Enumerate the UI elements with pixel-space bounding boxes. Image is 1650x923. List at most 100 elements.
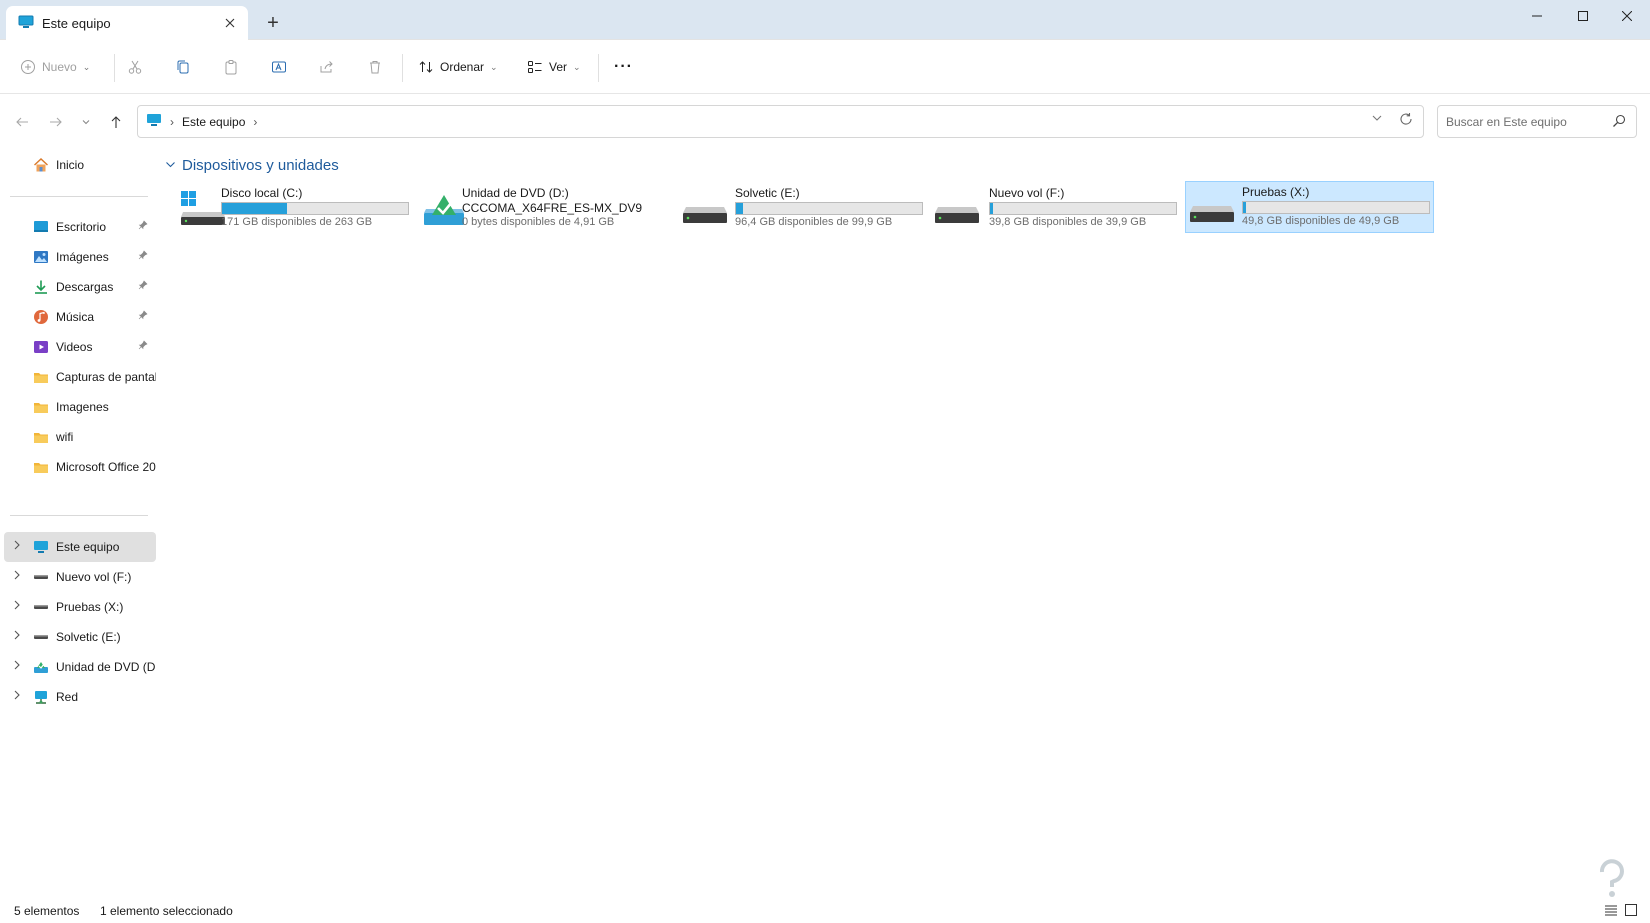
sidebar-item-solvetic[interactable]: Solvetic (E:)	[4, 622, 156, 652]
toolbar-divider	[402, 54, 403, 82]
plus-circle-icon	[21, 60, 35, 74]
section-header-devices[interactable]: Dispositivos y unidades	[165, 157, 339, 174]
sidebar-item-label: Nuevo vol (F:)	[56, 570, 132, 584]
sidebar-item-musica[interactable]: Música	[4, 302, 156, 332]
drive-usage-fill	[1243, 202, 1246, 213]
drive-usage-bar	[221, 202, 409, 215]
sidebar-item-wifi[interactable]: wifi	[4, 422, 156, 452]
drive-name: Pruebas (X:)	[1242, 185, 1310, 199]
downloads-icon	[33, 279, 49, 295]
copy-button[interactable]	[175, 50, 191, 84]
section-title: Dispositivos y unidades	[182, 157, 339, 174]
view-button[interactable]: Ver ⌄	[527, 50, 581, 84]
forward-button[interactable]	[42, 108, 70, 136]
chevron-right-icon[interactable]	[13, 600, 21, 613]
address-history-chevron-icon[interactable]	[1371, 112, 1383, 127]
sidebar-item-imagenes-pinned[interactable]: Imágenes	[4, 242, 156, 272]
drive-icon	[33, 629, 49, 645]
drive-usage-fill	[990, 203, 993, 214]
arrow-left-icon	[16, 117, 28, 127]
chevron-down-icon: ⌄	[573, 61, 581, 72]
sidebar-item-dvd[interactable]: Unidad de DVD (D:)	[4, 652, 156, 682]
drive-usage-bar	[735, 202, 923, 215]
search-input[interactable]	[1446, 114, 1606, 129]
search-icon[interactable]	[1612, 114, 1626, 131]
sidebar-item-nuevo-vol[interactable]: Nuevo vol (F:)	[4, 562, 156, 592]
chevron-right-icon[interactable]	[13, 570, 21, 583]
drive-tile-f[interactable]: Nuevo vol (F:) 39,8 GB disponibles de 39…	[934, 182, 1184, 234]
sidebar-item-label: Red	[56, 690, 79, 704]
more-options-button[interactable]: ···	[614, 50, 633, 84]
arrow-up-icon	[111, 116, 121, 128]
tab-este-equipo[interactable]: Este equipo	[6, 6, 248, 40]
drive-usage-fill	[222, 203, 288, 214]
trash-icon	[370, 61, 380, 74]
new-button[interactable]: Nuevo ⌄	[20, 50, 90, 84]
recent-locations-button[interactable]	[72, 108, 100, 136]
rename-button[interactable]	[271, 50, 287, 84]
sidebar-item-label: Capturas de pantall	[56, 370, 156, 384]
refresh-icon[interactable]	[1399, 112, 1413, 130]
delete-button[interactable]	[367, 50, 383, 84]
sort-button[interactable]: Ordenar ⌄	[418, 50, 498, 84]
drive-free-space: 39,8 GB disponibles de 39,9 GB	[989, 216, 1147, 228]
sidebar-item-imagenes-folder[interactable]: Imagenes	[4, 392, 156, 422]
clipboard-icon	[225, 60, 237, 75]
paste-button[interactable]	[223, 50, 239, 84]
sidebar-item-capturas[interactable]: Capturas de pantall	[4, 362, 156, 392]
cut-button[interactable]	[127, 50, 143, 84]
breadcrumb-separator-icon[interactable]: ›	[253, 115, 257, 129]
sidebar-item-videos[interactable]: Videos	[4, 332, 156, 362]
sidebar-item-microsoft-office[interactable]: Microsoft Office 20	[4, 452, 156, 482]
breadcrumb-este-equipo[interactable]: Este equipo	[182, 115, 245, 129]
share-button[interactable]	[319, 50, 335, 84]
drive-tile-e[interactable]: Solvetic (E:) 96,4 GB disponibles de 99,…	[682, 182, 932, 234]
back-button[interactable]	[8, 108, 36, 136]
videos-icon	[33, 339, 49, 355]
up-button[interactable]	[102, 108, 130, 136]
pin-icon[interactable]	[138, 310, 148, 323]
sort-icon	[419, 61, 433, 73]
folder-icon	[33, 369, 49, 385]
pin-icon[interactable]	[138, 250, 148, 263]
search-box[interactable]	[1437, 105, 1637, 138]
pin-icon[interactable]	[138, 220, 148, 233]
pin-icon[interactable]	[138, 280, 148, 293]
drive-tile-d[interactable]: Unidad de DVD (D:) CCCOMA_X64FRE_ES-MX_D…	[413, 182, 663, 234]
drive-tile-c[interactable]: Disco local (C:) 171 GB disponibles de 2…	[172, 182, 422, 234]
drive-icon	[33, 599, 49, 615]
sidebar-item-este-equipo[interactable]: Este equipo	[4, 532, 156, 562]
close-window-button[interactable]	[1604, 0, 1650, 32]
sort-label: Ordenar	[440, 60, 485, 74]
toolbar-divider	[114, 54, 115, 82]
network-icon	[33, 689, 49, 705]
address-bar[interactable]: › Este equipo ›	[137, 105, 1424, 138]
dvd-icon	[33, 659, 49, 675]
pin-icon[interactable]	[138, 340, 148, 353]
maximize-button[interactable]	[1560, 0, 1606, 32]
pc-icon	[18, 14, 34, 33]
chevron-right-icon[interactable]	[13, 540, 21, 553]
hdd-icon	[683, 191, 727, 227]
close-tab-icon[interactable]	[216, 9, 244, 37]
sidebar-item-pruebas[interactable]: Pruebas (X:)	[4, 592, 156, 622]
details-view-icon[interactable]	[1604, 903, 1618, 920]
sidebar-item-label: Imagenes	[56, 400, 109, 414]
chevron-right-icon[interactable]	[13, 630, 21, 643]
sidebar-item-escritorio[interactable]: Escritorio	[4, 212, 156, 242]
chevron-right-icon[interactable]	[13, 660, 21, 673]
sidebar-item-descargas[interactable]: Descargas	[4, 272, 156, 302]
sidebar-item-red[interactable]: Red	[4, 682, 156, 712]
chevron-right-icon[interactable]	[13, 690, 21, 703]
desktop-icon	[33, 219, 49, 235]
drive-free-space: 96,4 GB disponibles de 99,9 GB	[735, 216, 893, 228]
navigation-bar: › Este equipo ›	[0, 94, 1650, 150]
pc-icon	[146, 112, 162, 131]
sidebar-item-inicio[interactable]: Inicio	[4, 150, 156, 180]
tiles-view-icon[interactable]	[1624, 903, 1638, 920]
drive-tile-x[interactable]: Pruebas (X:) 49,8 GB disponibles de 49,9…	[1185, 181, 1434, 233]
drive-name: Nuevo vol (F:)	[989, 186, 1065, 200]
breadcrumb-separator-icon: ›	[170, 114, 174, 129]
new-tab-button[interactable]: +	[258, 8, 288, 38]
minimize-button[interactable]	[1514, 0, 1560, 32]
